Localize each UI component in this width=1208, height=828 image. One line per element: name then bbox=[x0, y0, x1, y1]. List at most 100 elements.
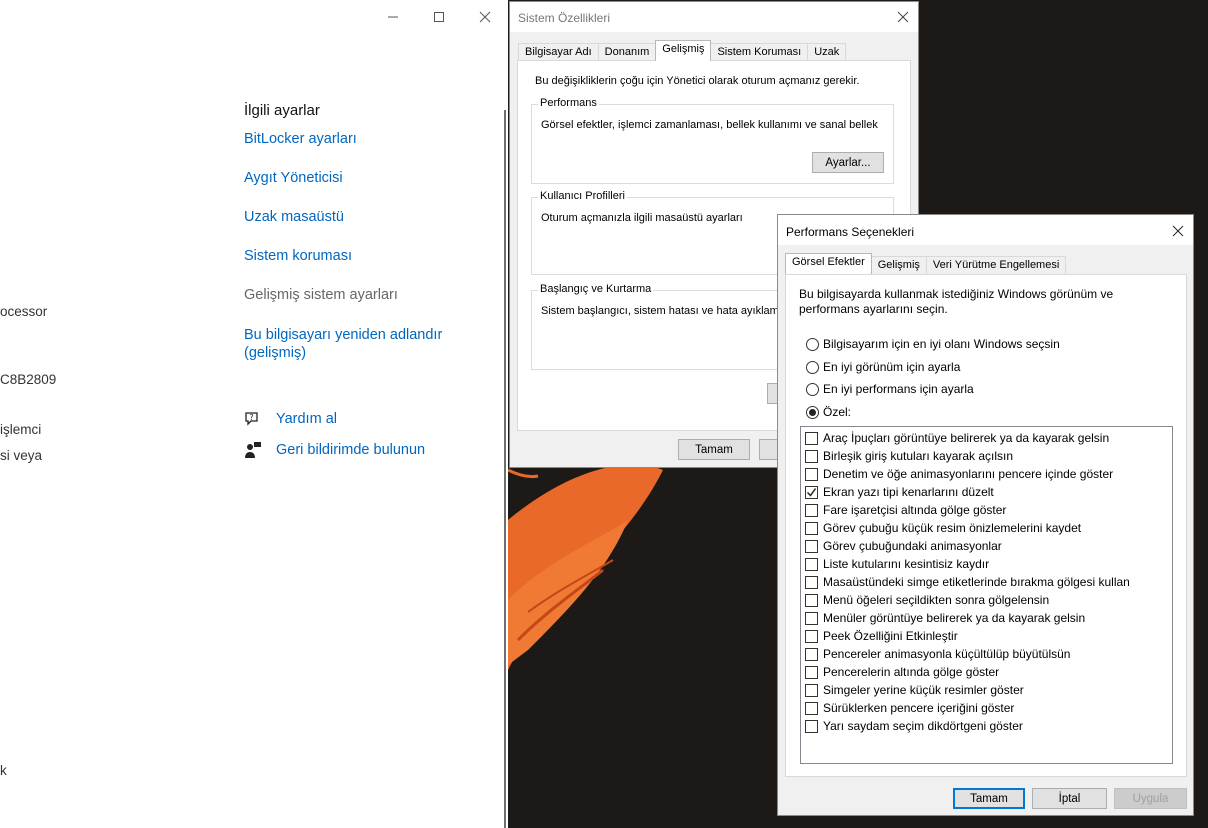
radio-best-appearance[interactable]: En iyi görünüm için ayarla bbox=[806, 360, 960, 374]
radio-custom[interactable]: Özel: bbox=[806, 405, 851, 419]
radio-windows-choose[interactable]: Bilgisayarım için en iyi olanı Windows s… bbox=[806, 337, 1060, 351]
effect-checkbox-row[interactable]: Sürüklerken pencere içeriğini göster bbox=[805, 699, 1014, 717]
minimize-icon bbox=[388, 16, 398, 18]
radio-label: En iyi görünüm için ayarla bbox=[823, 360, 961, 374]
remote-desktop-link[interactable]: Uzak masaüstü bbox=[244, 208, 344, 226]
system-protection-link[interactable]: Sistem koruması bbox=[244, 247, 352, 265]
checkbox-unchecked[interactable] bbox=[805, 701, 818, 715]
performance-options-titlebar: Performans Seçenekleri bbox=[778, 215, 1193, 245]
radio-label: En iyi performans için ayarla bbox=[823, 382, 974, 396]
effect-checkbox-row[interactable]: Araç İpuçları görüntüye belirerek ya da … bbox=[805, 429, 1109, 447]
effect-checkbox-row[interactable]: Liste kutularını kesintisiz kaydır bbox=[805, 555, 989, 573]
checkbox-checked[interactable] bbox=[805, 485, 818, 499]
checkbox-unchecked[interactable] bbox=[805, 431, 818, 445]
radio-button bbox=[806, 337, 819, 351]
effect-label: Birleşik giriş kutuları kayarak açılsın bbox=[823, 449, 1014, 463]
tab-visual-effects[interactable]: Görsel Efektler bbox=[785, 253, 872, 274]
performance-group-label: Performans bbox=[538, 97, 599, 109]
checkbox-unchecked[interactable] bbox=[805, 647, 818, 661]
effect-checkbox-row[interactable]: Birleşik giriş kutuları kayarak açılsın bbox=[805, 447, 1013, 465]
clipped-text-bottom: k bbox=[0, 763, 7, 778]
effect-label: Görev çubuğundaki animasyonlar bbox=[823, 539, 1002, 553]
checkbox-unchecked[interactable] bbox=[805, 557, 818, 571]
close-button[interactable] bbox=[470, 6, 500, 28]
checkbox-unchecked[interactable] bbox=[805, 593, 818, 607]
user-profiles-description: Oturum açmanızla ilgili masaüstü ayarlar… bbox=[541, 212, 743, 224]
performance-options-close-button[interactable] bbox=[1167, 220, 1189, 242]
related-settings-title: İlgili ayarlar bbox=[244, 102, 320, 119]
checkbox-unchecked[interactable] bbox=[805, 683, 818, 697]
visual-effects-listbox[interactable]: Araç İpuçları görüntüye belirerek ya da … bbox=[800, 426, 1173, 764]
effect-label: Yarı saydam seçim dikdörtgeni göster bbox=[823, 719, 1023, 733]
radio-button bbox=[806, 405, 819, 419]
checkbox-unchecked[interactable] bbox=[805, 539, 818, 553]
system-properties-close-button[interactable] bbox=[892, 6, 914, 28]
checkbox-unchecked[interactable] bbox=[805, 629, 818, 643]
feedback-row[interactable]: Geri bildirimde bulunun bbox=[244, 441, 425, 459]
effect-label: Masaüstündeki simge etiketlerinde bırakm… bbox=[823, 575, 1130, 589]
effect-checkbox-row[interactable]: Ekran yazı tipi kenarlarını düzelt bbox=[805, 483, 994, 501]
effect-checkbox-row[interactable]: Görev çubuğu küçük resim önizlemelerini … bbox=[805, 519, 1081, 537]
effect-label: Sürüklerken pencere içeriğini göster bbox=[823, 701, 1015, 715]
performance-ok-button[interactable]: Tamam bbox=[953, 788, 1025, 809]
tab-advanced[interactable]: Gelişmiş bbox=[655, 40, 712, 61]
performance-options-tabs: Görsel Efektler Gelişmiş Veri Yürütme En… bbox=[785, 253, 1067, 274]
checkbox-unchecked[interactable] bbox=[805, 575, 818, 589]
scrollbar[interactable] bbox=[504, 110, 506, 828]
device-manager-link[interactable]: Aygıt Yöneticisi bbox=[244, 169, 343, 187]
get-help-row[interactable]: ? Yardım al bbox=[244, 410, 337, 428]
effect-checkbox-row[interactable]: Görev çubuğundaki animasyonlar bbox=[805, 537, 1002, 555]
maximize-icon bbox=[434, 12, 444, 22]
user-profiles-group-label: Kullanıcı Profilleri bbox=[538, 190, 627, 202]
minimize-button[interactable] bbox=[378, 6, 408, 28]
effect-label: Liste kutularını kesintisiz kaydır bbox=[823, 557, 990, 571]
close-icon bbox=[479, 11, 491, 23]
effect-checkbox-row[interactable]: Simgeler yerine küçük resimler göster bbox=[805, 681, 1024, 699]
checkbox-unchecked[interactable] bbox=[805, 719, 818, 733]
close-icon bbox=[1172, 225, 1184, 237]
radio-button bbox=[806, 360, 819, 374]
tab-dep[interactable]: Veri Yürütme Engellemesi bbox=[925, 256, 1067, 274]
performance-cancel-button[interactable]: İptal bbox=[1032, 788, 1107, 809]
check-icon bbox=[806, 487, 817, 497]
performance-description: Görsel efektler, işlemci zamanlaması, be… bbox=[541, 119, 878, 131]
bitlocker-settings-link[interactable]: BitLocker ayarları bbox=[244, 130, 357, 148]
performance-apply-button[interactable]: Uygula bbox=[1114, 788, 1187, 809]
checkbox-unchecked[interactable] bbox=[805, 521, 818, 535]
effect-checkbox-row[interactable]: Peek Özelliğini Etkinleştir bbox=[805, 627, 958, 645]
effect-checkbox-row[interactable]: Menüler görüntüye belirerek ya da kayara… bbox=[805, 609, 1085, 627]
checkbox-unchecked[interactable] bbox=[805, 449, 818, 463]
checkbox-unchecked[interactable] bbox=[805, 665, 818, 679]
clipped-text-processor-note: işlemci bbox=[0, 422, 42, 437]
rename-pc-link[interactable]: Bu bilgisayarı yeniden adlandır (gelişmi… bbox=[244, 326, 464, 362]
checkbox-unchecked[interactable] bbox=[805, 467, 818, 481]
tab-system-protection[interactable]: Sistem Koruması bbox=[710, 43, 809, 61]
radio-best-performance[interactable]: En iyi performans için ayarla bbox=[806, 382, 974, 396]
effect-checkbox-row[interactable]: Denetim ve öğe animasyonlarını pencere i… bbox=[805, 465, 1113, 483]
effect-checkbox-row[interactable]: Masaüstündeki simge etiketlerinde bırakm… bbox=[805, 573, 1130, 591]
effect-checkbox-row[interactable]: Fare işaretçisi altında gölge göster bbox=[805, 501, 1006, 519]
performance-settings-button[interactable]: Ayarlar... bbox=[812, 152, 884, 173]
settings-window: ocessor C8B2809 işlemci si veya k İlgili… bbox=[0, 0, 508, 828]
tab-remote[interactable]: Uzak bbox=[807, 43, 847, 61]
effect-label: Fare işaretçisi altında gölge göster bbox=[823, 503, 1007, 517]
effect-checkbox-row[interactable]: Yarı saydam seçim dikdörtgeni göster bbox=[805, 717, 1023, 735]
maximize-button[interactable] bbox=[424, 6, 454, 28]
effect-label: Ekran yazı tipi kenarlarını düzelt bbox=[823, 485, 994, 499]
checkbox-unchecked[interactable] bbox=[805, 611, 818, 625]
svg-text:?: ? bbox=[249, 413, 253, 422]
effect-label: Görev çubuğu küçük resim önizlemelerini … bbox=[823, 521, 1082, 535]
advanced-system-settings-link[interactable]: Gelişmiş sistem ayarları bbox=[244, 286, 398, 304]
checkbox-unchecked[interactable] bbox=[805, 503, 818, 517]
effect-checkbox-row[interactable]: Menü öğeleri seçildikten sonra gölgelens… bbox=[805, 591, 1049, 609]
system-properties-titlebar: Sistem Özellikleri bbox=[510, 2, 918, 32]
radio-label: Bilgisayarım için en iyi olanı Windows s… bbox=[823, 337, 1060, 351]
effect-checkbox-row[interactable]: Pencerelerin altında gölge göster bbox=[805, 663, 999, 681]
tab-perf-advanced[interactable]: Gelişmiş bbox=[870, 256, 927, 274]
visual-effects-description: Bu bilgisayarda kullanmak istediğiniz Wi… bbox=[799, 287, 1114, 316]
effect-checkbox-row[interactable]: Pencereler animasyonla küçültülüp büyütü… bbox=[805, 645, 1070, 663]
tab-hardware[interactable]: Donanım bbox=[597, 43, 657, 61]
system-properties-ok-button[interactable]: Tamam bbox=[678, 439, 750, 460]
tab-computer-name[interactable]: Bilgisayar Adı bbox=[518, 43, 599, 61]
get-help-label: Yardım al bbox=[276, 411, 337, 427]
